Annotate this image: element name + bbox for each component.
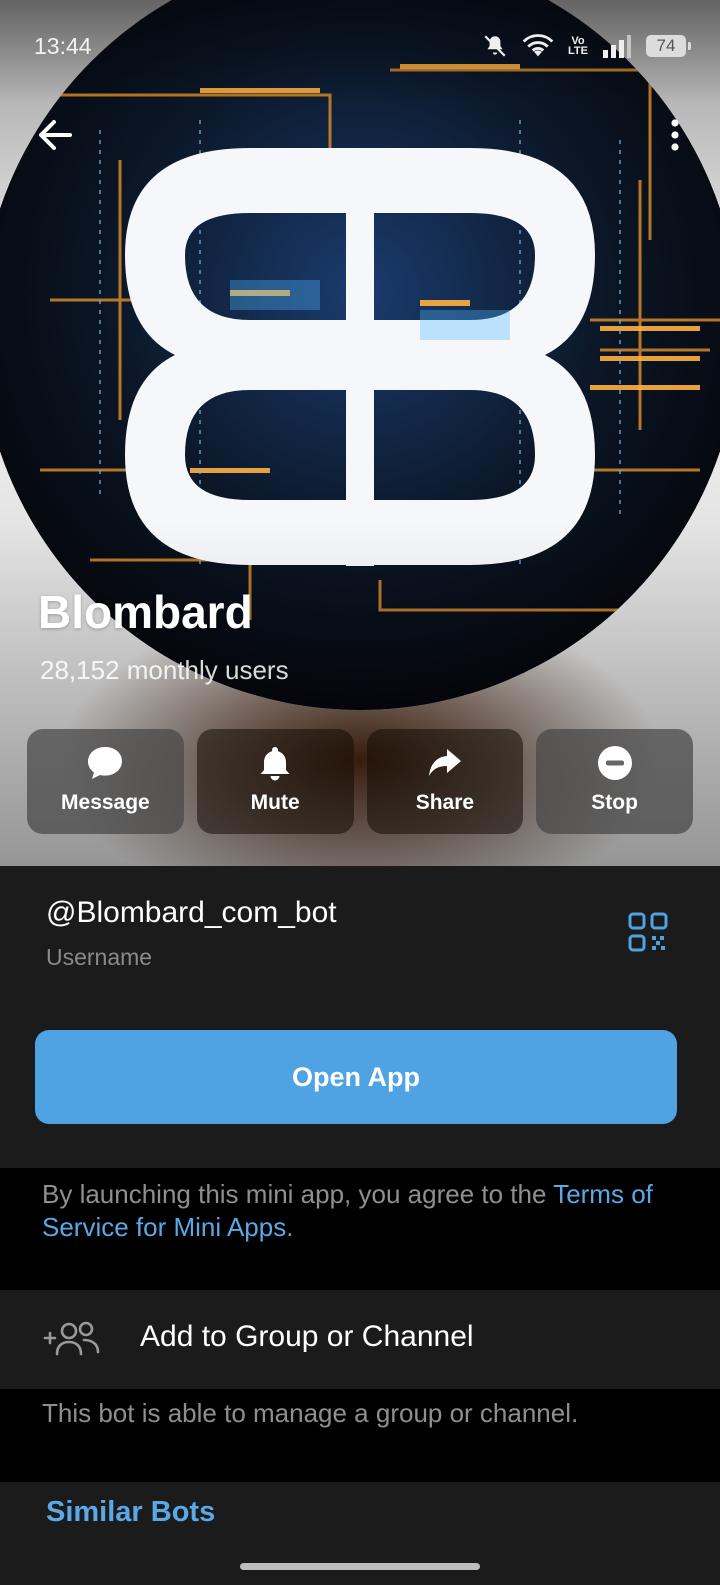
top-nav [0,100,720,170]
add-to-group-label: Add to Group or Channel [140,1320,474,1353]
stop-label: Stop [591,791,638,814]
terms-suffix: . [286,1212,294,1242]
home-indicator[interactable] [240,1563,480,1570]
profile-header: 13:44 Vo LTE 74 Blombard 28,152 monthly … [0,0,720,866]
terms-notice: By launching this mini app, you agree to… [42,1178,682,1244]
qr-code-icon[interactable] [628,912,668,952]
stop-button[interactable]: Stop [536,729,693,834]
status-bar: 13:44 Vo LTE 74 [0,0,720,92]
chat-bubble-icon [88,747,123,779]
action-buttons: Message Mute Share Stop [27,729,693,834]
mute-notification-icon [484,35,506,57]
username-value[interactable]: @Blombard_com_bot [46,896,337,930]
battery-indicator: 74 [646,35,691,57]
add-people-icon [43,1321,100,1356]
status-time: 13:44 [34,32,92,59]
volte-bottom: LTE [568,45,588,57]
bell-icon [260,747,290,781]
username-caption: Username [46,944,153,970]
status-icons: Vo LTE 74 [482,33,691,59]
bot-info-card: @Blombard_com_bot Username Open App [0,866,720,1168]
more-vertical-icon[interactable] [650,110,690,160]
arrow-left-icon[interactable] [30,110,80,160]
bot-name: Blombard [38,586,253,638]
open-app-button[interactable]: Open App [35,1030,677,1124]
share-label: Share [415,791,475,814]
volte-indicator: Vo LTE [568,36,588,57]
bot-monthly-users: 28,152 monthly users [40,655,289,685]
signal-icon [603,35,631,58]
similar-bots-title: Similar Bots [46,1496,216,1528]
wifi-icon [522,34,554,57]
mute-button[interactable]: Mute [196,729,354,834]
mute-label: Mute [250,791,300,814]
add-to-group-row[interactable]: Add to Group or Channel [0,1290,720,1389]
message-button[interactable]: Message [27,729,184,834]
share-arrow-icon [428,749,461,776]
message-label: Message [61,791,150,814]
terms-prefix: By launching this mini app, you agree to… [42,1179,554,1209]
share-button[interactable]: Share [366,729,524,834]
minus-circle-icon [597,746,632,780]
group-management-note: This bot is able to manage a group or ch… [42,1398,579,1428]
